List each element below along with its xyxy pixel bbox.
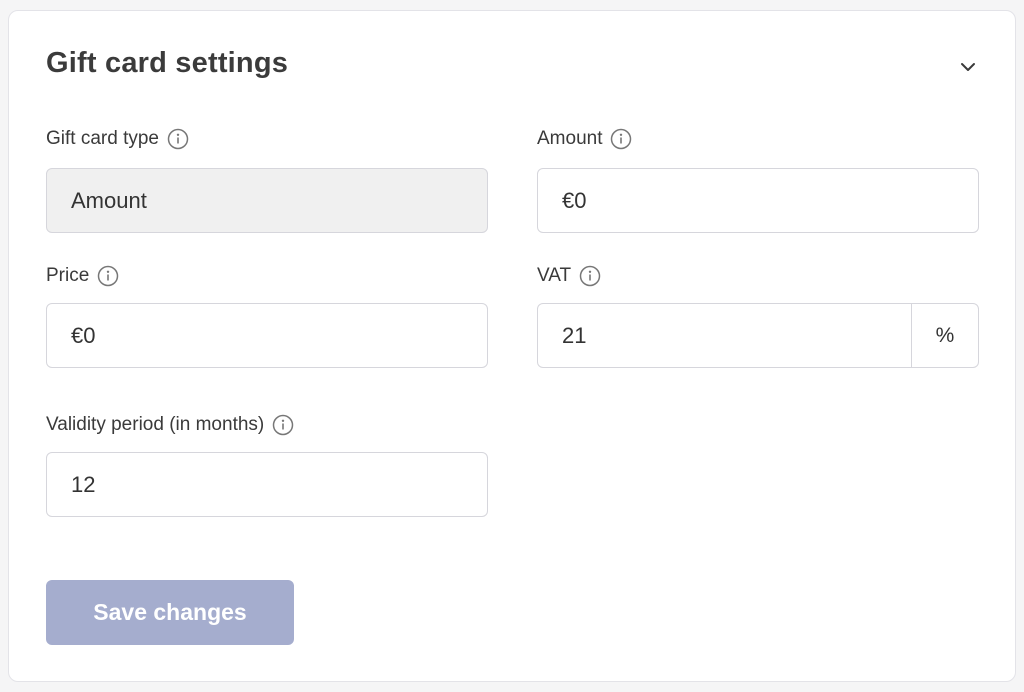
- percent-suffix: %: [911, 304, 978, 367]
- save-changes-button[interactable]: Save changes: [46, 580, 294, 645]
- vat-field: VAT 21 %: [537, 264, 979, 368]
- info-icon[interactable]: [97, 265, 119, 287]
- amount-label: Amount: [537, 128, 603, 149]
- validity-period-label: Validity period (in months): [46, 414, 265, 435]
- chevron-down-icon: [961, 63, 975, 71]
- price-input[interactable]: €0: [46, 303, 488, 368]
- info-icon[interactable]: [579, 265, 601, 287]
- amount-input[interactable]: €0: [537, 168, 979, 233]
- vat-label: VAT: [537, 265, 572, 286]
- info-icon[interactable]: [167, 128, 189, 150]
- gift-card-type-input[interactable]: Amount: [46, 168, 488, 233]
- info-icon[interactable]: [272, 414, 294, 436]
- price-label: Price: [46, 265, 90, 286]
- amount-field: Amount €0: [537, 127, 979, 233]
- gift-card-settings-card: Gift card settings Gift card type Amount…: [8, 10, 1016, 682]
- validity-period-input[interactable]: 12: [46, 452, 488, 517]
- price-field: Price €0: [46, 264, 488, 368]
- card-title: Gift card settings: [46, 47, 289, 79]
- validity-period-field: Validity period (in months) 12: [46, 413, 488, 517]
- gift-card-type-label: Gift card type: [46, 128, 159, 149]
- info-icon[interactable]: [610, 128, 632, 150]
- gift-card-type-field: Gift card type Amount: [46, 127, 488, 233]
- vat-input[interactable]: 21 %: [537, 303, 979, 368]
- collapse-toggle[interactable]: [957, 58, 979, 76]
